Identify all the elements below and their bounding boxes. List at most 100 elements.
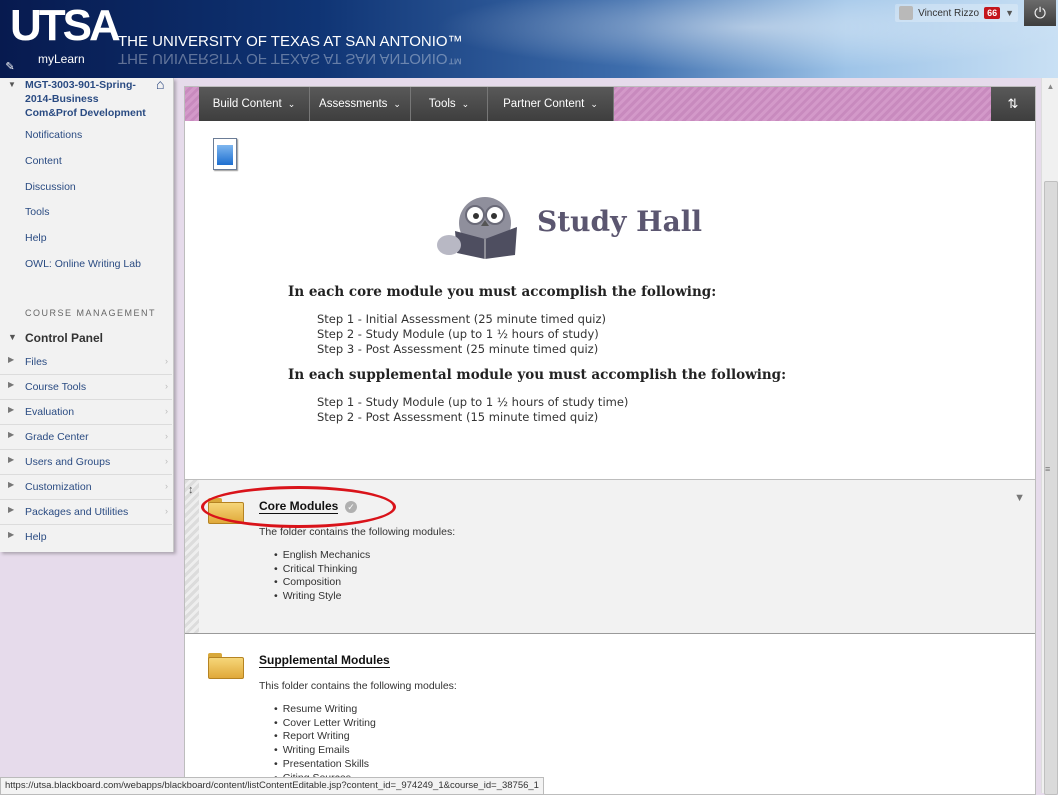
sidebar-item-tools[interactable]: Tools	[25, 206, 50, 218]
list-item: Resume Writing	[282, 703, 376, 717]
cp-item-label: Customization	[25, 481, 92, 493]
list-item: English Mechanics	[282, 549, 371, 563]
assessments-button[interactable]: Assessments ⌄	[310, 87, 411, 121]
content-area: Build Content ⌄ Assessments ⌄ Tools ⌄ Pa…	[184, 86, 1036, 795]
expand-arrow-icon: ▶	[8, 455, 15, 464]
control-panel-header[interactable]: ▼ Control Panel	[0, 329, 172, 349]
collapse-caret-icon[interactable]: ▼	[8, 80, 16, 89]
logout-button[interactable]: ⏻	[1024, 0, 1056, 26]
list-item: Presentation Skills	[282, 758, 376, 772]
expand-arrow-icon: ▶	[8, 430, 15, 439]
chevron-down-icon: ⌄	[590, 98, 598, 109]
tools-button[interactable]: Tools ⌄	[411, 87, 488, 121]
chevron-down-icon[interactable]: ▼	[1005, 8, 1014, 18]
sidebar-item-owl[interactable]: OWL: Online Writing Lab	[25, 258, 141, 270]
edit-mode-icon[interactable]: ✎	[4, 60, 16, 73]
cp-item-label: Users and Groups	[25, 456, 111, 468]
expand-triangle-icon: ▼	[8, 332, 17, 342]
chevron-right-icon: ›	[165, 456, 168, 466]
partner-content-button[interactable]: Partner Content ⌄	[488, 87, 614, 121]
cp-item-evaluation[interactable]: ▶ Evaluation ›	[0, 400, 172, 425]
sidebar-item-help[interactable]: Help	[25, 232, 47, 244]
chevron-right-icon: ›	[165, 481, 168, 491]
notification-badge[interactable]: 66	[984, 7, 1001, 19]
browser-status-url: https://utsa.blackboard.com/webapps/blac…	[0, 777, 544, 795]
cp-item-users-and-groups[interactable]: ▶ Users and Groups ›	[0, 450, 172, 475]
control-panel-label: Control Panel	[25, 331, 104, 345]
core-modules-list: English Mechanics Critical Thinking Comp…	[282, 549, 371, 604]
sort-arrows-icon: ⇅	[1007, 96, 1019, 111]
scroll-grip-icon: ≡	[1045, 464, 1051, 474]
chevron-right-icon: ›	[165, 356, 168, 366]
list-item: Cover Letter Writing	[282, 717, 376, 731]
action-toolbar: Build Content ⌄ Assessments ⌄ Tools ⌄ Pa…	[185, 87, 1035, 121]
chevron-down-icon[interactable]: ▼	[1014, 492, 1025, 504]
build-content-button[interactable]: Build Content ⌄	[199, 87, 310, 121]
build-content-label: Build Content	[212, 98, 282, 110]
page-title: Study Hall	[537, 205, 702, 238]
document-icon[interactable]	[213, 138, 237, 170]
chevron-right-icon: ›	[165, 506, 168, 516]
cp-item-label: Grade Center	[25, 431, 89, 443]
sidebar-item-content[interactable]: Content	[25, 155, 62, 167]
course-management-label: COURSE MANAGEMENT	[25, 308, 157, 318]
supp-step-2: Step 2 - Post Assessment (15 minute time…	[317, 410, 599, 424]
university-name-reflection: THE UNIVERSITY OF TEXAS AT SAN ANTONIO™	[118, 50, 463, 67]
sidebar-item-notifications[interactable]: Notifications	[25, 129, 82, 141]
supplemental-modules-description: This folder contains the following modul…	[259, 680, 457, 692]
cp-item-help[interactable]: ▶ Help	[0, 525, 172, 549]
vertical-scrollbar[interactable]: ▲ ≡	[1041, 78, 1058, 795]
scroll-up-arrow-icon[interactable]: ▲	[1042, 78, 1058, 95]
list-item: Critical Thinking	[282, 563, 370, 577]
partner-content-label: Partner Content	[503, 98, 585, 110]
cp-item-label: Packages and Utilities	[25, 506, 129, 518]
user-name: Vincent Rizzo	[918, 7, 980, 19]
power-icon: ⏻	[1034, 4, 1046, 22]
site-header: UTSA THE UNIVERSITY OF TEXAS AT SAN ANTO…	[0, 0, 1058, 78]
cp-item-label: Course Tools	[25, 381, 87, 393]
user-menu[interactable]: Vincent Rizzo 66 ▼	[895, 4, 1018, 22]
cp-item-course-tools[interactable]: ▶ Course Tools ›	[0, 375, 172, 400]
expand-arrow-icon: ▶	[8, 530, 15, 539]
cp-item-files[interactable]: ▶ Files ›	[0, 350, 172, 375]
supp-step-1: Step 1 - Study Module (up to 1 ½ hours o…	[317, 395, 629, 409]
avatar	[899, 6, 914, 20]
course-title[interactable]: MGT-3003-901-Spring-2014-Business Com&Pr…	[25, 78, 150, 120]
reorder-button[interactable]: ⇅	[991, 87, 1035, 121]
course-menu-sidebar: ▼ MGT-3003-901-Spring-2014-Business Com&…	[0, 76, 174, 552]
cp-item-packages-and-utilities[interactable]: ▶ Packages and Utilities ›	[0, 500, 172, 525]
university-name: THE UNIVERSITY OF TEXAS AT SAN ANTONIO™	[118, 33, 463, 50]
chevron-right-icon: ›	[165, 406, 168, 416]
cp-item-label: Files	[25, 356, 48, 368]
expand-arrow-icon: ▶	[8, 355, 15, 364]
drag-stripe	[185, 480, 199, 633]
tools-label: Tools	[428, 98, 456, 110]
cp-item-customization[interactable]: ▶ Customization ›	[0, 475, 172, 500]
expand-arrow-icon: ▶	[8, 505, 15, 514]
portal-name: myLearn	[38, 52, 85, 66]
core-instructions-heading: In each core module you must accomplish …	[288, 284, 717, 300]
folder-icon[interactable]	[208, 651, 244, 679]
assessments-label: Assessments	[319, 98, 388, 110]
drag-handle-icon[interactable]: ↕	[188, 484, 194, 496]
expand-arrow-icon: ▶	[8, 380, 15, 389]
supplemental-modules-link[interactable]: Supplemental Modules	[259, 653, 390, 668]
scrollbar-thumb[interactable]	[1044, 181, 1058, 795]
cp-item-grade-center[interactable]: ▶ Grade Center ›	[0, 425, 172, 450]
core-step-3: Step 3 - Post Assessment (25 minute time…	[317, 342, 599, 356]
chevron-right-icon: ›	[165, 381, 168, 391]
utsa-logo[interactable]: UTSA	[10, 4, 121, 48]
list-item: Writing Emails	[282, 744, 376, 758]
chevron-down-icon: ⌄	[287, 98, 296, 109]
list-item: Writing Style	[282, 590, 370, 604]
sidebar-item-discussion[interactable]: Discussion	[25, 181, 76, 193]
chevron-right-icon: ›	[165, 431, 168, 441]
annotation-highlight-oval	[201, 486, 396, 528]
list-item: Composition	[282, 576, 370, 590]
expand-arrow-icon: ▶	[8, 405, 15, 414]
supplemental-modules-list: Resume Writing Cover Letter Writing Repo…	[282, 703, 376, 785]
chevron-down-icon: ⌄	[393, 98, 401, 109]
home-icon[interactable]: ⌂	[156, 76, 164, 92]
owl-reading-icon	[437, 197, 517, 259]
expand-arrow-icon: ▶	[8, 480, 15, 489]
